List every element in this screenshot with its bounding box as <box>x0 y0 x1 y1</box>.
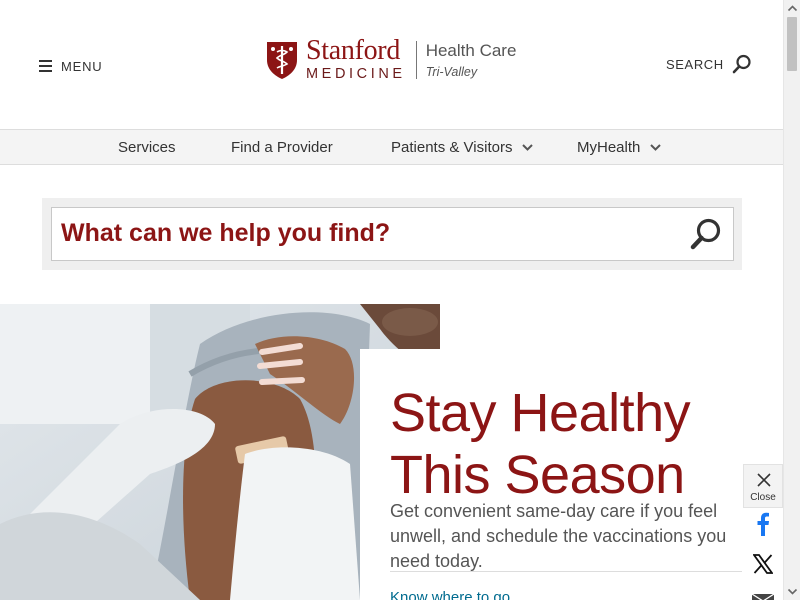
page-scrollbar[interactable] <box>783 0 800 600</box>
nav-item-label: Services <box>118 138 176 156</box>
logo-stanford-text: Stanford <box>306 35 401 66</box>
site-search-input[interactable]: What can we help you find? <box>51 207 734 261</box>
email-icon[interactable] <box>752 594 774 600</box>
scroll-up-arrow-icon[interactable] <box>784 0 800 17</box>
share-bar: Close <box>743 464 783 600</box>
hero-title-line2: This Season <box>390 445 685 505</box>
hero-title: Stay Healthy This Season <box>390 382 750 506</box>
nav-item-label: Find a Provider <box>231 138 333 156</box>
hero-body: Get convenient same-day care if you feel… <box>390 501 727 571</box>
close-icon <box>757 473 771 487</box>
main-nav: Services Find a Provider Patients & Visi… <box>0 129 783 165</box>
facebook-icon[interactable] <box>756 512 770 536</box>
hero-title-line1: Stay Healthy <box>390 383 691 443</box>
logo-location-text: Tri-Valley <box>425 64 478 79</box>
x-icon[interactable] <box>753 554 773 574</box>
stanford-logo[interactable]: Stanford MEDICINE Health Care Tri-Valley <box>266 35 517 82</box>
hero-divider <box>390 571 742 572</box>
menu-label: MENU <box>61 58 103 74</box>
site-search-panel: What can we help you find? <box>42 198 742 270</box>
scrollbar-thumb[interactable] <box>787 17 797 71</box>
chevron-down-icon <box>522 143 534 151</box>
scroll-down-arrow-icon[interactable] <box>784 583 800 600</box>
search-label: SEARCH <box>666 56 724 72</box>
nav-item-label: Patients & Visitors <box>391 138 513 156</box>
nav-item-find-a-provider[interactable]: Find a Provider <box>231 130 333 164</box>
nav-item-patients-visitors[interactable]: Patients & Visitors <box>391 130 534 164</box>
header-search-button[interactable]: SEARCH <box>666 54 752 74</box>
logo-medicine-text: MEDICINE <box>306 66 406 82</box>
hero-link[interactable]: Know where to go <box>390 589 510 600</box>
chevron-down-icon <box>650 143 662 151</box>
hero-card: Stay Healthy This Season Get convenient … <box>360 349 783 600</box>
hamburger-icon <box>39 60 52 72</box>
site-header: MENU Stanford MEDICINE Health Care Tri-V… <box>0 0 783 130</box>
share-close-label: Close <box>750 492 776 503</box>
search-icon <box>732 54 751 74</box>
share-close-button[interactable]: Close <box>743 464 783 508</box>
nav-item-services[interactable]: Services <box>118 130 176 164</box>
search-icon[interactable] <box>689 217 723 251</box>
logo-divider <box>415 41 417 79</box>
site-search-placeholder: What can we help you find? <box>61 219 391 247</box>
menu-button[interactable]: MENU <box>39 56 102 76</box>
nav-item-label: MyHealth <box>577 138 641 156</box>
nav-item-myhealth[interactable]: MyHealth <box>577 130 662 164</box>
stanford-shield-icon <box>267 42 297 79</box>
logo-health-care-text: Health Care <box>425 40 517 60</box>
